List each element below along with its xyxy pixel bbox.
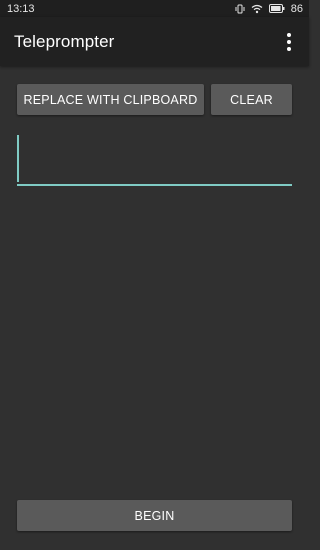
status-time: 13:13 bbox=[7, 2, 35, 15]
replace-with-clipboard-button[interactable]: REPLACE WITH CLIPBOARD bbox=[17, 84, 204, 115]
app-screen: 13:13 86 Teleprompter REPLACE WITH CLIPB… bbox=[0, 0, 309, 550]
begin-button[interactable]: BEGIN bbox=[17, 500, 292, 531]
app-title: Teleprompter bbox=[14, 31, 115, 51]
text-cursor bbox=[17, 135, 19, 182]
wifi-icon bbox=[251, 4, 263, 14]
vibrate-icon bbox=[235, 4, 245, 14]
app-bar: Teleprompter bbox=[0, 17, 309, 66]
battery-level: 86 bbox=[290, 2, 303, 15]
clear-button[interactable]: CLEAR bbox=[211, 84, 292, 115]
battery-icon bbox=[268, 4, 285, 13]
status-icons: 86 bbox=[235, 3, 303, 15]
status-bar: 13:13 86 bbox=[0, 0, 309, 17]
overflow-menu-icon[interactable] bbox=[279, 28, 299, 56]
script-text-field[interactable] bbox=[17, 132, 292, 186]
